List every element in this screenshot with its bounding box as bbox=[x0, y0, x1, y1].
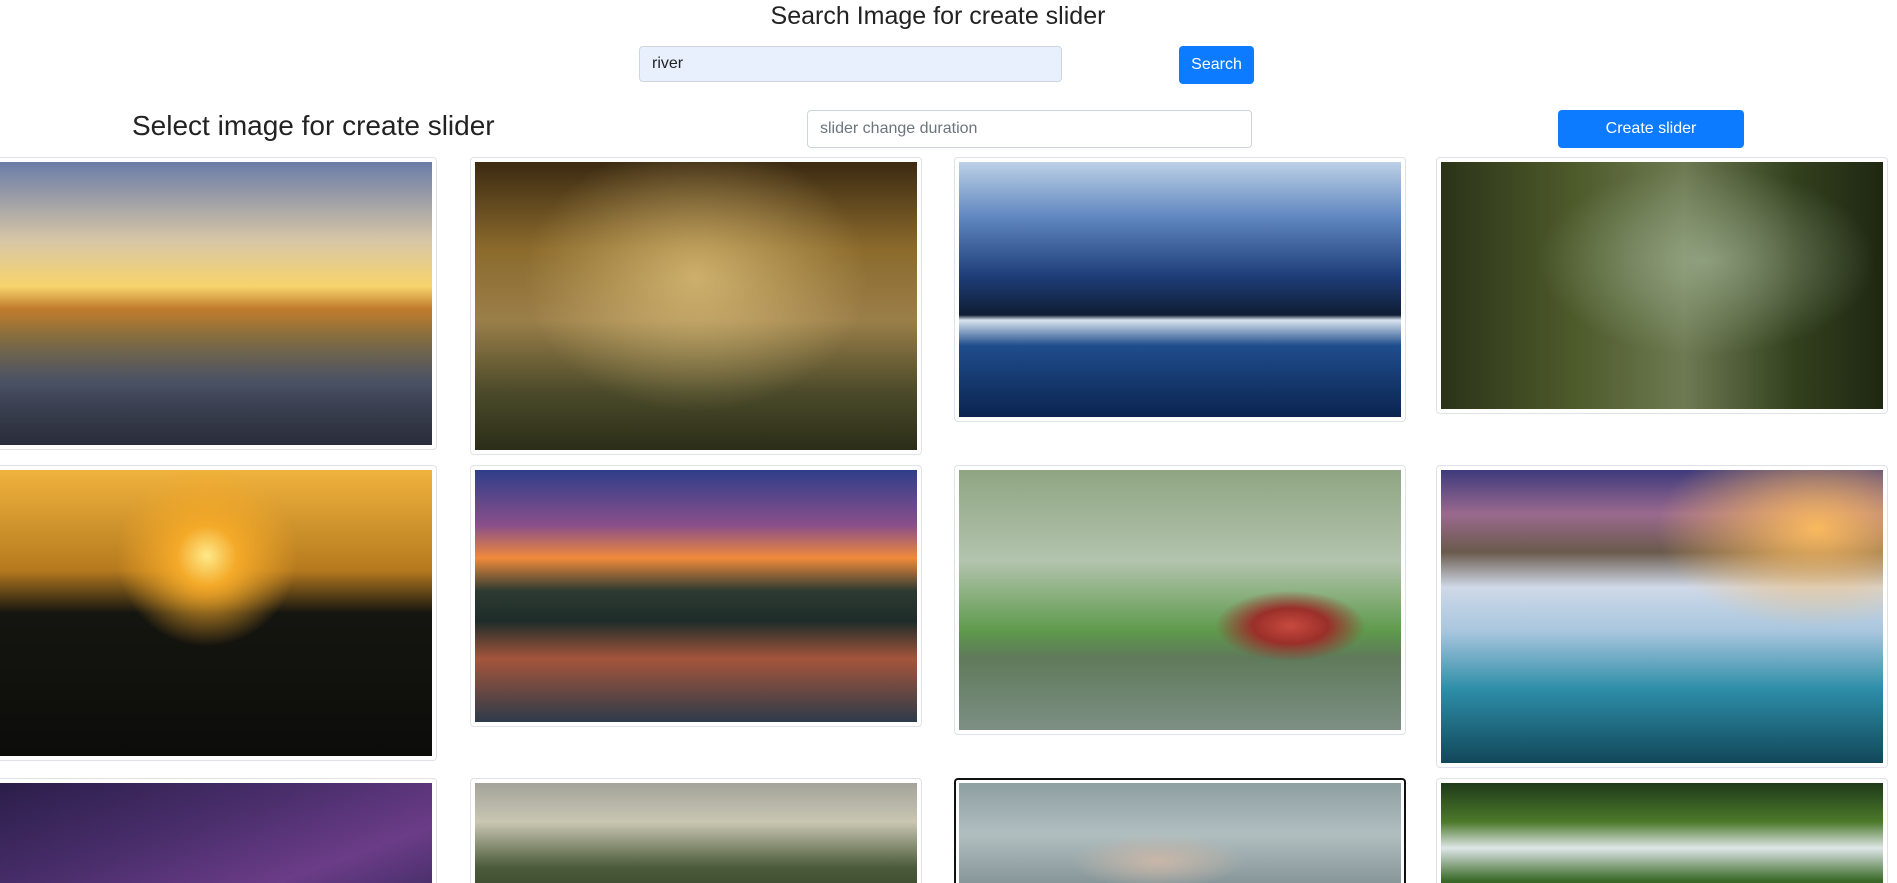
image-thumbnail[interactable] bbox=[470, 157, 922, 455]
slider-duration-input[interactable] bbox=[807, 110, 1252, 148]
image-thumbnail[interactable] bbox=[954, 157, 1406, 422]
image-thumbnail[interactable] bbox=[470, 778, 922, 883]
create-slider-button[interactable]: Create slider bbox=[1558, 110, 1744, 148]
image-thumbnail[interactable] bbox=[954, 465, 1406, 735]
search-input[interactable] bbox=[639, 46, 1062, 82]
image-4 bbox=[1441, 162, 1883, 409]
image-thumbnail[interactable] bbox=[0, 465, 437, 761]
image-6 bbox=[475, 470, 917, 722]
image-3 bbox=[959, 162, 1401, 417]
image-10 bbox=[475, 783, 917, 883]
search-title: Search Image for create slider bbox=[770, 2, 1106, 30]
image-thumbnail[interactable] bbox=[1436, 465, 1888, 768]
image-8 bbox=[1441, 470, 1883, 763]
image-thumbnail[interactable] bbox=[0, 778, 437, 883]
section-title: Select image for create slider bbox=[132, 110, 495, 141]
image-thumbnail[interactable] bbox=[1436, 157, 1888, 414]
image-11 bbox=[959, 783, 1401, 883]
page: Search Image for create slider Search Se… bbox=[0, 0, 1897, 883]
image-5 bbox=[0, 470, 432, 756]
image-thumbnail-selected[interactable] bbox=[954, 778, 1406, 883]
search-button[interactable]: Search bbox=[1179, 46, 1254, 84]
image-thumbnail[interactable] bbox=[470, 465, 922, 727]
image-thumbnail[interactable] bbox=[0, 157, 437, 450]
image-1 bbox=[0, 162, 432, 445]
image-7 bbox=[959, 470, 1401, 730]
image-9 bbox=[0, 783, 432, 883]
image-2 bbox=[475, 162, 917, 450]
image-thumbnail[interactable] bbox=[1436, 778, 1888, 883]
image-12 bbox=[1441, 783, 1883, 883]
